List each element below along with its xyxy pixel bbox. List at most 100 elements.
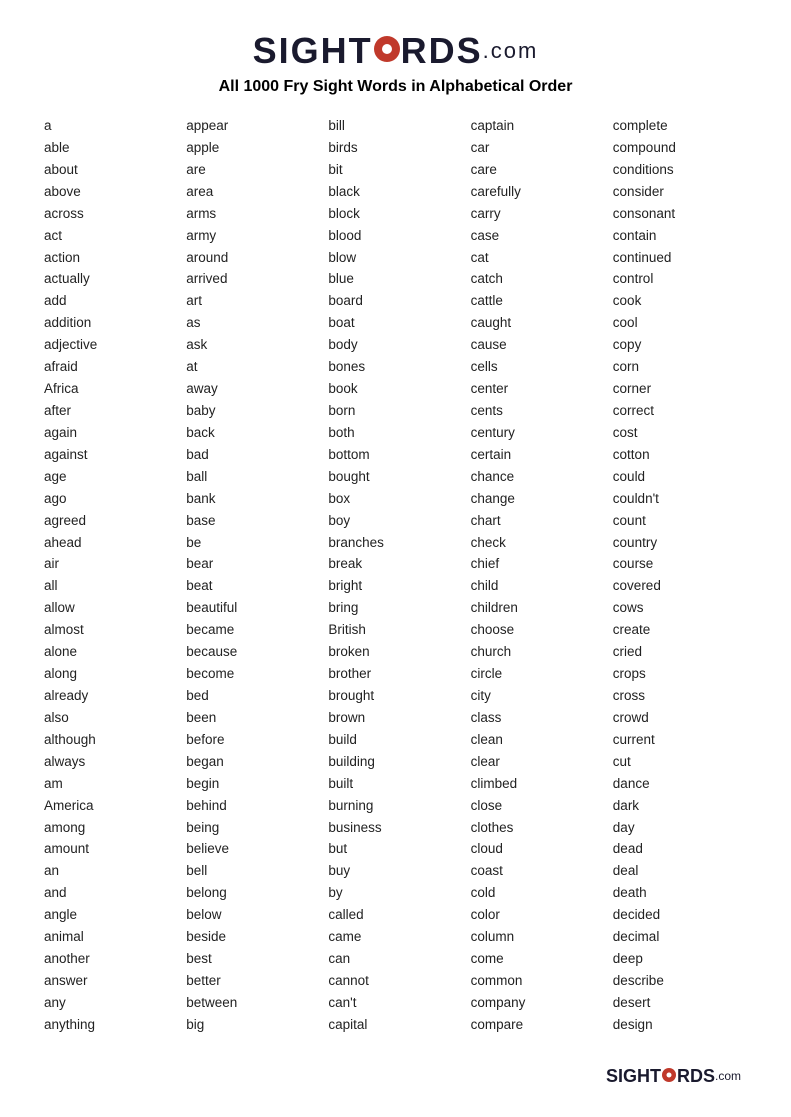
footer-logo-o-icon xyxy=(662,1068,676,1082)
word-column-3: billbirdsbitblackblockbloodblowblueboard… xyxy=(324,116,466,1036)
word-item: are xyxy=(182,160,324,181)
word-item: always xyxy=(40,752,182,773)
word-item: army xyxy=(182,226,324,247)
word-item: before xyxy=(182,730,324,751)
word-item: boy xyxy=(324,511,466,532)
word-item: all xyxy=(40,576,182,597)
word-item: block xyxy=(324,204,466,225)
word-item: clear xyxy=(467,752,609,773)
word-item: cook xyxy=(609,291,751,312)
logo-words: RDS xyxy=(401,30,483,72)
word-item: at xyxy=(182,357,324,378)
word-item: crowd xyxy=(609,708,751,729)
logo-dotcom: .com xyxy=(483,38,539,64)
word-item: can xyxy=(324,949,466,970)
word-item: correct xyxy=(609,401,751,422)
word-item: branches xyxy=(324,533,466,554)
word-item: back xyxy=(182,423,324,444)
word-item: around xyxy=(182,248,324,269)
word-item: cat xyxy=(467,248,609,269)
word-item: copy xyxy=(609,335,751,356)
word-item: broken xyxy=(324,642,466,663)
word-item: chief xyxy=(467,554,609,575)
word-item: choose xyxy=(467,620,609,641)
word-item: children xyxy=(467,598,609,619)
word-item: box xyxy=(324,489,466,510)
word-item: brought xyxy=(324,686,466,707)
word-item: build xyxy=(324,730,466,751)
word-item: dead xyxy=(609,839,751,860)
word-item: captain xyxy=(467,116,609,137)
word-item: act xyxy=(40,226,182,247)
word-item: am xyxy=(40,774,182,795)
word-item: came xyxy=(324,927,466,948)
word-item: certain xyxy=(467,445,609,466)
footer-logo-words: RDS xyxy=(677,1066,715,1087)
word-item: corner xyxy=(609,379,751,400)
word-item: corn xyxy=(609,357,751,378)
word-item: clothes xyxy=(467,818,609,839)
word-item: chart xyxy=(467,511,609,532)
word-item: company xyxy=(467,993,609,1014)
word-item: against xyxy=(40,445,182,466)
word-item: bones xyxy=(324,357,466,378)
word-item: city xyxy=(467,686,609,707)
word-item: blood xyxy=(324,226,466,247)
word-item: clean xyxy=(467,730,609,751)
word-item: black xyxy=(324,182,466,203)
word-item: current xyxy=(609,730,751,751)
word-item: anything xyxy=(40,1015,182,1036)
word-item: but xyxy=(324,839,466,860)
word-item: cents xyxy=(467,401,609,422)
word-item: arrived xyxy=(182,269,324,290)
word-item: count xyxy=(609,511,751,532)
word-item: desert xyxy=(609,993,751,1014)
word-item: come xyxy=(467,949,609,970)
word-item: actually xyxy=(40,269,182,290)
word-item: chance xyxy=(467,467,609,488)
word-item: century xyxy=(467,423,609,444)
word-item: bed xyxy=(182,686,324,707)
word-item: British xyxy=(324,620,466,641)
word-item: cried xyxy=(609,642,751,663)
word-item: bad xyxy=(182,445,324,466)
word-item: across xyxy=(40,204,182,225)
word-item: away xyxy=(182,379,324,400)
word-item: animal xyxy=(40,927,182,948)
word-item: beat xyxy=(182,576,324,597)
word-item: after xyxy=(40,401,182,422)
word-item: bill xyxy=(324,116,466,137)
word-item: add xyxy=(40,291,182,312)
word-item: bear xyxy=(182,554,324,575)
word-item: cells xyxy=(467,357,609,378)
word-item: birds xyxy=(324,138,466,159)
word-item: ahead xyxy=(40,533,182,554)
page-header: SIGHTRDS.com All 1000 Fry Sight Words in… xyxy=(40,30,751,96)
word-item: baby xyxy=(182,401,324,422)
word-item: born xyxy=(324,401,466,422)
word-column-5: completecompoundconditionsconsiderconson… xyxy=(609,116,751,1036)
word-item: best xyxy=(182,949,324,970)
word-item: covered xyxy=(609,576,751,597)
word-item: base xyxy=(182,511,324,532)
word-item: among xyxy=(40,818,182,839)
word-item: burning xyxy=(324,796,466,817)
word-item: being xyxy=(182,818,324,839)
word-item: cool xyxy=(609,313,751,334)
footer-logo: SIGHTRDS.com xyxy=(606,1066,741,1087)
word-item: cloud xyxy=(467,839,609,860)
word-item: crops xyxy=(609,664,751,685)
word-item: beside xyxy=(182,927,324,948)
word-column-4: captaincarcarecarefullycarrycasecatcatch… xyxy=(467,116,609,1036)
word-item: common xyxy=(467,971,609,992)
word-item: coast xyxy=(467,861,609,882)
logo-o-icon xyxy=(374,36,400,62)
word-item: decided xyxy=(609,905,751,926)
word-item: behind xyxy=(182,796,324,817)
word-item: believe xyxy=(182,839,324,860)
site-logo: SIGHTRDS.com xyxy=(253,30,539,72)
word-item: America xyxy=(40,796,182,817)
word-item: ask xyxy=(182,335,324,356)
word-item: cause xyxy=(467,335,609,356)
word-item: both xyxy=(324,423,466,444)
